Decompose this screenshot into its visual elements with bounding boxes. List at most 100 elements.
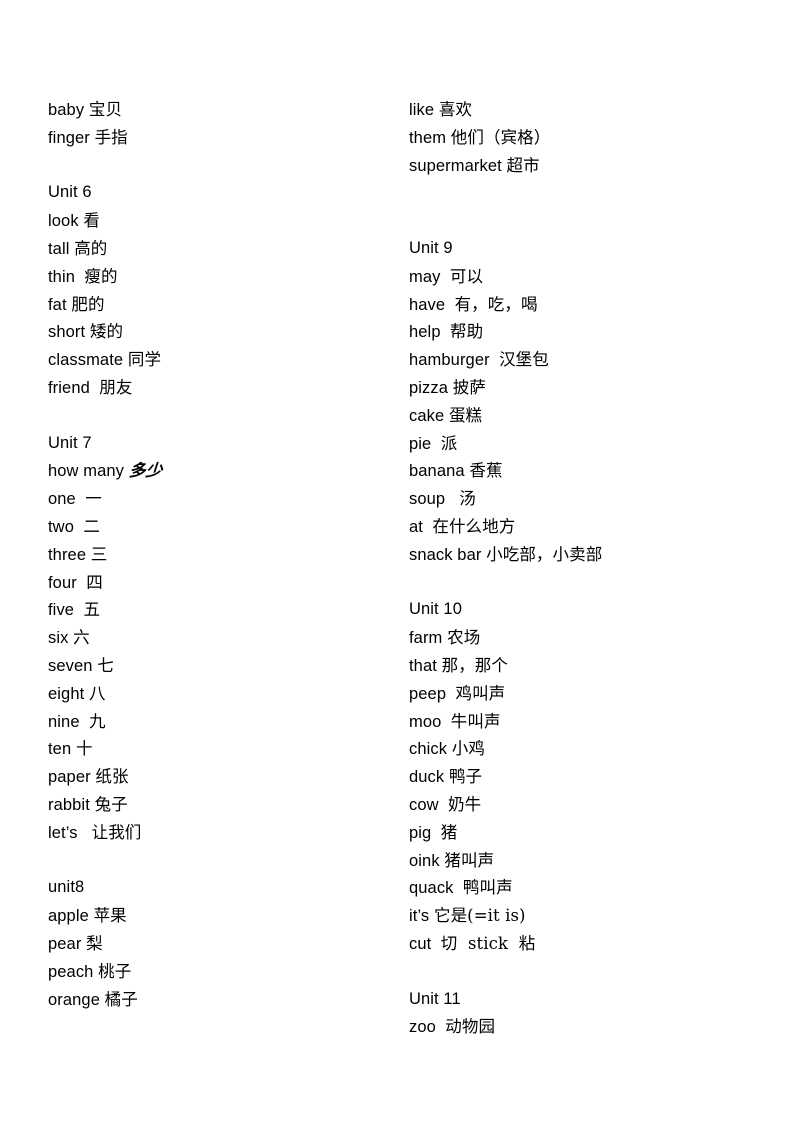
vocabulary-entry: two 二 <box>48 513 398 541</box>
entry-chinese: 小鸡 <box>451 739 485 759</box>
vocabulary-entry: pig 猪 <box>409 819 779 847</box>
entry-english: oink <box>409 851 440 870</box>
entry-chinese: 一 <box>85 489 102 509</box>
entry-english: tall <box>48 239 70 258</box>
entry-chinese: 小吃部，小卖部 <box>486 544 603 564</box>
entry-chinese: 手指 <box>94 127 128 147</box>
entry-chinese: 梨 <box>86 933 103 953</box>
unit-heading-label: Unit 10 <box>409 600 462 619</box>
vocabulary-entry: snack bar 小吃部，小卖部 <box>409 541 779 569</box>
unit-heading: Unit 7 <box>48 430 398 458</box>
vocabulary-entry: five 五 <box>48 596 398 624</box>
entry-english: pie <box>409 434 432 453</box>
entry-english: banana <box>409 462 465 481</box>
entry-chinese: 四 <box>86 572 103 592</box>
entry-chinese: 他们（宾格） <box>450 127 551 147</box>
entry-chinese: 汉堡包 <box>499 350 549 370</box>
entry-english: peach <box>48 962 94 981</box>
vocabulary-entry: cow 奶牛 <box>409 791 779 819</box>
right-column: like 喜欢 them 他们（宾格） supermarket 超市 Unit 9m… <box>409 96 779 1041</box>
entry-english: duck <box>409 768 445 787</box>
vocabulary-entry: moo 牛叫声 <box>409 708 779 736</box>
entry-english: paper <box>48 768 91 787</box>
entry-english: baby <box>48 101 85 119</box>
entry-english: peep <box>409 684 447 703</box>
vocabulary-entry: baby 宝贝 <box>48 96 398 124</box>
entry-english: hamburger <box>409 351 490 370</box>
vocabulary-entry: that 那，那个 <box>409 652 779 680</box>
vocabulary-entry: cut 切 stick 粘 <box>409 930 779 958</box>
vocabulary-entry: peep 鸡叫声 <box>409 680 779 708</box>
entry-chinese: 帮助 <box>449 322 484 342</box>
vocabulary-entry: eight 八 <box>48 680 398 708</box>
vocabulary-entry: finger 手指 <box>48 124 398 152</box>
entry-english: soup <box>409 490 446 509</box>
vocabulary-entry: thin 瘦的 <box>48 263 398 291</box>
document-page: baby 宝贝 finger 手指 Unit 6 look 看 tall 高的 thin… <box>0 0 800 1132</box>
vocabulary-entry: orange 橘子 <box>48 986 398 1014</box>
entry-chinese: 橘子 <box>104 989 138 1009</box>
vocabulary-entry: ten 十 <box>48 735 398 763</box>
vocabulary-entry: tall 高的 <box>48 235 398 263</box>
vocabulary-entry: three 三 <box>48 541 398 569</box>
vocabulary-entry: chick 小鸡 <box>409 735 779 763</box>
entry-chinese: 在什么地方 <box>432 516 516 536</box>
entry-chinese: 纸张 <box>95 767 129 787</box>
vocabulary-entry: supermarket 超市 <box>409 152 779 180</box>
entry-english: may <box>409 267 441 286</box>
unit-heading: unit8 <box>48 874 398 902</box>
unit-heading: Unit 9 <box>409 235 779 263</box>
entry-chinese: 兔子 <box>94 794 128 814</box>
vocabulary-entry: one 一 <box>48 485 398 513</box>
vocabulary-entry: nine 九 <box>48 708 398 736</box>
entry-english: cake <box>409 406 445 425</box>
entry-chinese: 猪叫声 <box>444 850 495 870</box>
vocabulary-entry: soup 汤 <box>409 485 779 513</box>
vocabulary-entry: rabbit 兔子 <box>48 791 398 819</box>
entry-chinese: 动物园 <box>445 1017 496 1037</box>
unit-heading-label: unit8 <box>48 878 85 897</box>
entry-english: moo <box>409 712 442 731</box>
entry-english: quack <box>409 879 454 898</box>
entry-english: help <box>409 323 441 342</box>
entry-english: pizza <box>409 378 449 397</box>
vocabulary-entry: like 喜欢 <box>409 96 779 124</box>
entry-english: two <box>48 517 74 536</box>
vocabulary-entry: duck 鸭子 <box>409 763 779 791</box>
entry-english: snack bar <box>409 545 482 564</box>
entry-chinese: 牛叫声 <box>450 711 501 731</box>
entry-english: cow <box>409 795 439 814</box>
vocabulary-entry: seven 七 <box>48 652 398 680</box>
entry-chinese: 六 <box>73 628 90 648</box>
vocabulary-entry: pizza 披萨 <box>409 374 779 402</box>
vocabulary-entry: banana 香蕉 <box>409 457 779 485</box>
entry-chinese: 多少 <box>128 461 163 481</box>
entry-chinese: 香蕉 <box>469 461 503 481</box>
left-column: baby 宝贝 finger 手指 Unit 6 look 看 tall 高的 thin… <box>48 96 398 1013</box>
vocabulary-entry: have 有，吃，喝 <box>409 291 779 319</box>
vocabulary-entry: friend 朋友 <box>48 374 398 402</box>
vocabulary-entry: classmate 同学 <box>48 346 398 374</box>
entry-chinese: 让我们 <box>91 822 142 842</box>
entry-english: one <box>48 490 76 509</box>
entry-english: it’s <box>409 907 430 926</box>
entry-chinese: 矮的 <box>89 322 124 342</box>
entry-english: zoo <box>409 1018 436 1037</box>
unit-heading-label: Unit 6 <box>48 183 92 202</box>
entry-english: how many <box>48 462 125 481</box>
entry-chinese: 七 <box>97 655 114 675</box>
entry-chinese: 那，那个 <box>441 655 509 675</box>
unit-heading: Unit 10 <box>409 596 779 624</box>
entry-english: short <box>48 323 86 342</box>
vocabulary-entry: let’s 让我们 <box>48 819 398 847</box>
entry-english: fat <box>48 295 67 314</box>
entry-chinese: 高的 <box>74 238 108 258</box>
vocabulary-entry: look 看 <box>48 207 398 235</box>
entry-english: that <box>409 656 437 675</box>
entry-english: seven <box>48 656 93 675</box>
entry-chinese: 鸭子 <box>448 767 483 787</box>
entry-chinese: 可以 <box>449 266 484 286</box>
vocabulary-entry: at 在什么地方 <box>409 513 779 541</box>
